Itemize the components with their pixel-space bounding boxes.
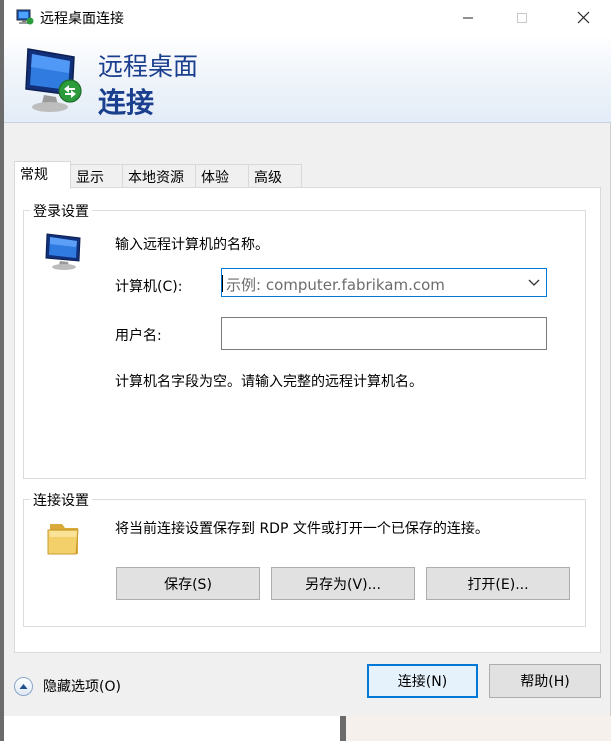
login-settings-title: 登录设置: [30, 201, 92, 221]
connection-settings-title: 连接设置: [30, 490, 92, 510]
tab-experience[interactable]: 体验: [195, 164, 249, 188]
help-button[interactable]: 帮助(H): [489, 664, 601, 698]
close-button[interactable]: [560, 0, 606, 35]
close-icon: [577, 11, 589, 24]
folder-icon: [46, 518, 82, 562]
connection-settings-group: 连接设置 将当前连接设置保存到 RDP 文件或打开一个已保存的连接。 保存(S)…: [23, 490, 586, 627]
username-field[interactable]: [221, 317, 547, 350]
open-button[interactable]: 打开(E)...: [426, 567, 570, 600]
window-title: 远程桌面连接: [40, 11, 124, 27]
computer-combobox[interactable]: 示例: computer.fabrikam.com: [221, 268, 547, 297]
tab-local-resources[interactable]: 本地资源: [122, 164, 196, 188]
rdp-app-icon: [16, 8, 34, 30]
chevron-up-icon[interactable]: [14, 676, 33, 696]
username-label: 用户名:: [115, 328, 162, 344]
desktop-background: [340, 716, 611, 741]
banner-title-line2: 连接: [98, 86, 155, 119]
chevron-down-icon[interactable]: [528, 276, 540, 292]
maximize-icon: [517, 12, 527, 23]
save-as-button[interactable]: 另存为(V)...: [271, 567, 415, 600]
tab-display[interactable]: 显示: [70, 164, 123, 188]
title-bar[interactable]: 远程桌面连接: [4, 0, 611, 35]
save-button[interactable]: 保存(S): [116, 567, 260, 600]
minimize-button[interactable]: [445, 0, 491, 35]
banner-title-line1: 远程桌面: [98, 52, 199, 81]
login-settings-group: 登录设置 输入远程计算机的名称。 计算机(C): 示例: computer.fa…: [23, 201, 586, 479]
hide-options-label: 隐藏选项(O): [43, 679, 121, 695]
text-cursor: [222, 275, 223, 292]
minimize-icon: [463, 17, 473, 18]
hide-options-toggle[interactable]: 隐藏选项(O): [14, 676, 121, 696]
connect-button[interactable]: 连接(N): [367, 664, 478, 698]
computer-icon: [44, 231, 88, 275]
status-message: 计算机名字段为空。请输入完整的远程计算机名。: [115, 374, 423, 390]
general-tab-panel: 登录设置 输入远程计算机的名称。 计算机(C): 示例: computer.fa…: [14, 187, 601, 653]
maximize-button[interactable]: [499, 0, 545, 35]
computer-label: 计算机(C):: [115, 279, 183, 295]
login-instruction: 输入远程计算机的名称。: [115, 237, 269, 253]
remote-desktop-monitor-icon: [22, 43, 88, 119]
tab-general[interactable]: 常规: [14, 161, 71, 189]
header-banner: 远程桌面 连接: [4, 35, 611, 123]
tab-advanced[interactable]: 高级: [248, 164, 302, 188]
connection-description: 将当前连接设置保存到 RDP 文件或打开一个已保存的连接。: [115, 521, 489, 537]
computer-placeholder: 示例: computer.fabrikam.com: [226, 276, 445, 294]
remote-desktop-window: 远程桌面连接 远程桌面 连接 常规 显示 本地资源 体验 高级 登录设置 输入远…: [4, 0, 611, 716]
